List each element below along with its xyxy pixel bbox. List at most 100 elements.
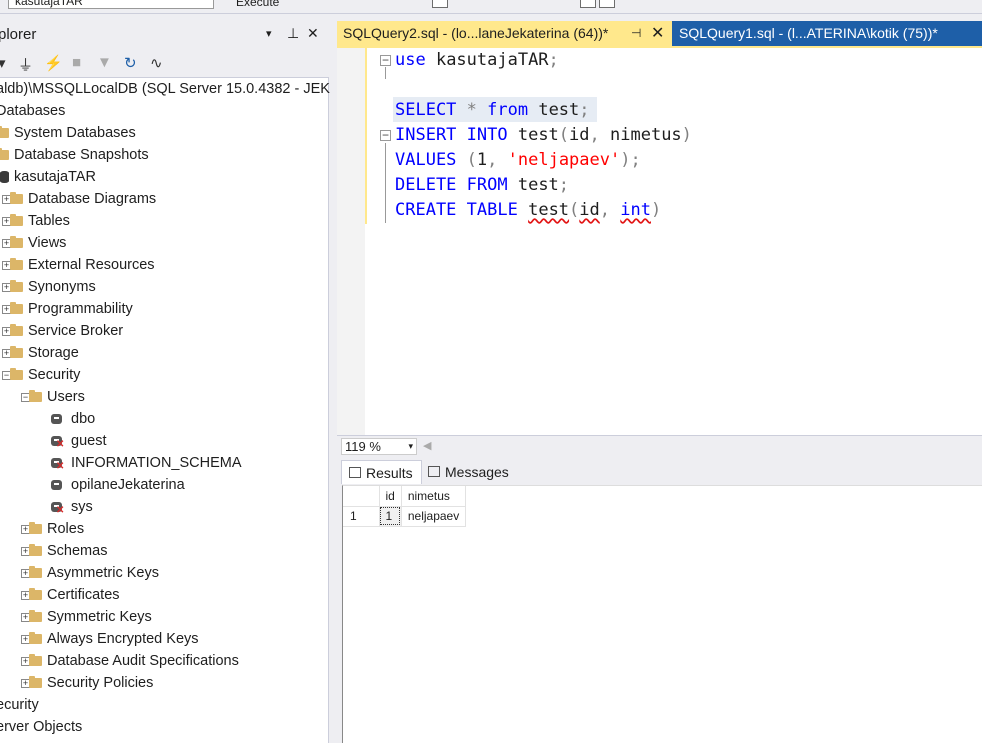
- tree-node[interactable]: + Always Encrypted Keys: [0, 628, 329, 650]
- toolbar-icon[interactable]: [580, 0, 596, 8]
- tree-node[interactable]: + Synonyms: [0, 276, 329, 298]
- tree-node[interactable]: + Database Audit Specifications: [0, 650, 329, 672]
- tree-node[interactable]: opilaneJekaterina: [0, 474, 329, 496]
- zoom-selector[interactable]: 119 % ▾: [341, 438, 417, 455]
- pin-icon[interactable]: ⊣: [631, 21, 641, 46]
- explorer-toolbar: ▾ ⏚ ⚡ ■ ▼ ↻ ∿: [0, 48, 329, 78]
- code-token: CREATE: [395, 200, 457, 220]
- tree-node[interactable]: ✕ INFORMATION_SCHEMA: [0, 452, 329, 474]
- database-selector[interactable]: kasutajaTAR: [8, 0, 214, 9]
- tree-node[interactable]: System Databases: [0, 122, 329, 144]
- tree-node[interactable]: Databases: [0, 100, 329, 122]
- tree-node[interactable]: − Users: [0, 386, 329, 408]
- tree-node-label: guest: [71, 433, 107, 449]
- close-icon[interactable]: ✕: [651, 21, 664, 46]
- object-explorer: plorer ▾ ⊥ ✕ ▾ ⏚ ⚡ ■ ▼ ↻ ∿ aldb)\MSSQLLo…: [0, 21, 330, 743]
- column-header-nimetus[interactable]: nimetus: [401, 486, 467, 507]
- tree-node-label: Security Policies: [47, 675, 154, 691]
- tree-node-label: Users: [47, 389, 85, 405]
- tree-node[interactable]: aldb)\MSSQLLocalDB (SQL Server 15.0.4382…: [0, 78, 330, 100]
- tree-node-label: Asymmetric Keys: [47, 565, 159, 581]
- toolbar-icon[interactable]: [599, 0, 615, 8]
- tree-node[interactable]: + Programmability: [0, 298, 329, 320]
- tree-node[interactable]: Database Snapshots: [0, 144, 329, 166]
- code-token: test: [507, 175, 559, 195]
- tree-node-label: Security: [28, 367, 81, 383]
- folder-icon: [0, 148, 9, 160]
- tree-node[interactable]: + Views: [0, 232, 329, 254]
- query-editor[interactable]: − use kasutajaTAR; SELECT * from test; − INS…: [337, 48, 982, 435]
- tree-node[interactable]: + Certificates: [0, 584, 329, 606]
- tab-messages[interactable]: Messages: [421, 460, 517, 484]
- code-token: id: [579, 200, 600, 220]
- tab-label: SQLQuery1.sql - (l...ATERINA\kotik (75))…: [679, 25, 938, 41]
- tree-node-label: Symmetric Keys: [47, 609, 152, 625]
- pin-icon[interactable]: ⊥: [287, 25, 299, 42]
- row-number[interactable]: 1: [343, 506, 380, 527]
- connect-icon[interactable]: ▾: [0, 54, 6, 72]
- connect-plug-icon[interactable]: ⏚: [18, 54, 33, 75]
- dropdown-icon[interactable]: ▾: [266, 27, 272, 40]
- code-line[interactable]: DELETE FROM test;: [395, 173, 569, 198]
- tab-sqlquery1[interactable]: SQLQuery1.sql - (l...ATERINA\kotik (75))…: [672, 21, 982, 46]
- refresh-icon[interactable]: ↻: [124, 54, 137, 72]
- tree-node[interactable]: ✕ guest: [0, 430, 329, 452]
- tree-node[interactable]: + Roles: [0, 518, 329, 540]
- code-token: ;: [579, 100, 590, 120]
- column-header-id[interactable]: id: [379, 486, 402, 507]
- folder-icon: [29, 544, 42, 556]
- scroll-left-icon[interactable]: ◀: [423, 439, 431, 452]
- execute-button[interactable]: Execute: [236, 0, 279, 9]
- code-token: DELETE: [395, 175, 457, 195]
- code-token: (: [569, 200, 580, 220]
- stop-icon[interactable]: ■: [72, 54, 81, 71]
- tree-node[interactable]: + Database Diagrams: [0, 188, 329, 210]
- messages-icon: [428, 466, 440, 477]
- folder-icon: [29, 522, 42, 534]
- folder-icon: [29, 588, 42, 600]
- tree-node-label: opilaneJekaterina: [71, 477, 185, 493]
- folder-icon: [29, 610, 42, 622]
- tree-node[interactable]: + Service Broker: [0, 320, 329, 342]
- tab-results[interactable]: Results: [341, 460, 422, 484]
- cell-id[interactable]: 1: [379, 506, 402, 527]
- fold-toggle-icon[interactable]: −: [380, 54, 391, 66]
- tree-node[interactable]: + Asymmetric Keys: [0, 562, 329, 584]
- disconnect-icon[interactable]: ⚡: [44, 54, 63, 72]
- results-table: id nimetus 1 1 neljapaev: [343, 486, 467, 527]
- tree-node-label: System Databases: [14, 125, 136, 141]
- user-disabled-icon: ✕: [50, 501, 64, 516]
- code-line[interactable]: VALUES (1, 'neljapaev');: [395, 148, 641, 173]
- tree-node[interactable]: kasutajaTAR: [0, 166, 329, 188]
- code-line[interactable]: CREATE TABLE test(id, int): [395, 198, 661, 223]
- activity-monitor-icon[interactable]: ∿: [150, 54, 163, 72]
- tree-node[interactable]: + Security Policies: [0, 672, 329, 694]
- tab-sqlquery2[interactable]: SQLQuery2.sql - (lo...laneJekaterina (64…: [337, 21, 672, 46]
- chevron-down-icon: ▾: [408, 441, 413, 451]
- tree-node[interactable]: ecurity: [0, 694, 329, 716]
- fold-line: [385, 67, 386, 79]
- toolbar-icon[interactable]: [432, 0, 448, 8]
- tree-node[interactable]: − Security: [0, 364, 329, 386]
- close-icon[interactable]: ✕: [307, 25, 319, 42]
- tree-node[interactable]: + Symmetric Keys: [0, 606, 329, 628]
- fold-toggle-icon[interactable]: −: [380, 129, 391, 141]
- tree-node[interactable]: + Schemas: [0, 540, 329, 562]
- tree-node[interactable]: erver Objects: [0, 716, 329, 738]
- code-line[interactable]: INSERT INTO test(id, nimetus): [395, 123, 692, 148]
- user-icon: [50, 413, 64, 426]
- folder-icon: [10, 258, 23, 270]
- cell-nimetus[interactable]: neljapaev: [401, 506, 467, 527]
- tree-node[interactable]: dbo: [0, 408, 329, 430]
- user-icon: [50, 479, 64, 492]
- code-line[interactable]: use kasutajaTAR;: [395, 48, 559, 73]
- filter-icon[interactable]: ▼: [97, 54, 112, 71]
- code-line[interactable]: SELECT * from test;: [395, 98, 590, 123]
- tree-node[interactable]: + Storage: [0, 342, 329, 364]
- tree-node[interactable]: + External Resources: [0, 254, 329, 276]
- toolbar: kasutajaTAR Execute: [0, 0, 982, 14]
- tree-node-label: Database Diagrams: [28, 191, 157, 207]
- tree-node[interactable]: ✕ sys: [0, 496, 329, 518]
- tree-node[interactable]: + Tables: [0, 210, 329, 232]
- tab-messages-label: Messages: [445, 464, 509, 480]
